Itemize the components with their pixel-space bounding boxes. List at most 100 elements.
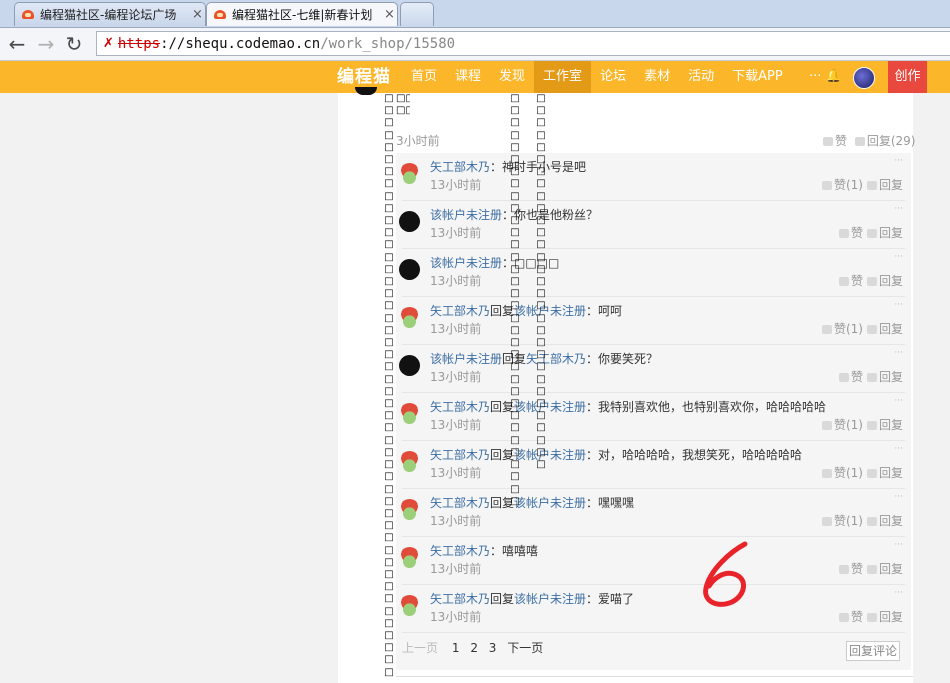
reply-more-icon[interactable]: ··· bbox=[894, 492, 903, 502]
reply-avatar[interactable] bbox=[399, 355, 420, 376]
reply-like-button[interactable]: 赞(1) bbox=[821, 418, 863, 432]
reply-reply-button[interactable]: 回复 bbox=[863, 418, 903, 432]
reply-user-link[interactable]: 该帐户未注册 bbox=[430, 256, 502, 270]
reply-avatar[interactable] bbox=[399, 259, 420, 280]
reply-more-icon[interactable]: ··· bbox=[894, 156, 903, 166]
tab-title: 编程猫社区-七维|新春计划 bbox=[232, 8, 373, 22]
reply-target-link[interactable]: 该帐户未注册 bbox=[514, 496, 586, 510]
reply-item: 矢工部木乃回复该帐户未注册：爱喵了 ··· 13小时前赞回复 bbox=[396, 585, 911, 633]
reply-target-link[interactable]: 该帐户未注册 bbox=[514, 592, 586, 606]
reply-like-button[interactable]: 赞 bbox=[838, 370, 863, 384]
reply-user-link[interactable]: 矢工部木乃 bbox=[430, 400, 490, 414]
reply-list: 矢工部木乃：神时手小号是吧 ··· 13小时前 赞(1) 回复 该帐户未注册：你也是他粉丝… bbox=[396, 153, 911, 670]
reply-avatar[interactable] bbox=[399, 211, 420, 232]
reply-reply-button[interactable]: 回复 bbox=[863, 274, 903, 288]
reply-line: 矢工部木乃回复该帐户未注册：嘿嘿嘿 bbox=[430, 494, 634, 511]
reply-avatar[interactable] bbox=[399, 451, 420, 472]
reply-comment-button[interactable]: 回复评论 bbox=[846, 641, 900, 661]
reload-icon[interactable]: ↻ bbox=[62, 32, 86, 56]
reply-time: 13小时前 bbox=[430, 322, 482, 336]
reply-reply-button[interactable]: 回复 bbox=[863, 610, 903, 624]
reply-target-link[interactable]: 该帐户未注册 bbox=[514, 448, 586, 462]
nav-events[interactable]: 活动 bbox=[679, 61, 723, 93]
reply-text: ：嘿嘿嘿 bbox=[586, 496, 635, 510]
reply-reply-button[interactable]: 回复 bbox=[863, 178, 903, 192]
reply-more-icon[interactable]: ··· bbox=[894, 444, 903, 454]
nav-discover[interactable]: 发现 bbox=[490, 61, 534, 93]
page-1-link[interactable]: 1 bbox=[452, 641, 460, 655]
reply-actions: 赞回复 bbox=[838, 368, 903, 385]
reply-user-link[interactable]: 该帐户未注册 bbox=[430, 352, 502, 366]
reply-item: 矢工部木乃回复该帐户未注册：嘿嘿嘿 ··· 13小时前 赞(1) 回复 bbox=[396, 489, 911, 537]
reply-user-link[interactable]: 矢工部木乃 bbox=[430, 160, 490, 174]
nav-studio[interactable]: 工作室 bbox=[534, 61, 592, 93]
reply-like-button[interactable]: 赞(1) bbox=[821, 178, 863, 192]
reply-more-icon[interactable]: ··· bbox=[894, 396, 903, 406]
reply-reply-button[interactable]: 回复 bbox=[863, 322, 903, 336]
reply-like-button[interactable]: 赞 bbox=[838, 274, 863, 288]
reply-reply-button[interactable]: 回复 bbox=[863, 562, 903, 576]
reply-avatar[interactable] bbox=[399, 307, 420, 328]
reply-avatar[interactable] bbox=[399, 163, 420, 184]
reply-target-link[interactable]: 该帐户未注册 bbox=[514, 304, 586, 318]
nav-home[interactable]: 首页 bbox=[402, 61, 446, 93]
reply-user-link[interactable]: 矢工部木乃 bbox=[430, 544, 490, 558]
reply-user-link[interactable]: 矢工部木乃 bbox=[430, 496, 490, 510]
page-3-link[interactable]: 3 bbox=[489, 641, 497, 655]
reply-more-icon[interactable]: ··· bbox=[894, 540, 903, 550]
reply-actions: 赞(1) 回复 bbox=[821, 512, 903, 529]
reply-avatar[interactable] bbox=[399, 547, 420, 568]
reply-line: 矢工部木乃回复该帐户未注册：我特别喜欢他，也特别喜欢你，哈哈哈哈哈 bbox=[430, 398, 826, 415]
reply-avatar[interactable] bbox=[399, 595, 420, 616]
reply-user-link[interactable]: 该帐户未注册 bbox=[430, 208, 502, 222]
reply-more-icon[interactable]: ··· bbox=[894, 204, 903, 214]
next-page-link[interactable]: 下一页 bbox=[507, 641, 543, 655]
browser-tab-1[interactable]: 编程猫社区-编程论坛广场 × bbox=[14, 2, 206, 26]
more-menu[interactable]: ··· 🔔 bbox=[809, 61, 842, 93]
reply-reply-button[interactable]: 回复 bbox=[863, 514, 903, 528]
reply-user-link[interactable]: 矢工部木乃 bbox=[430, 592, 490, 606]
nav-assets[interactable]: 素材 bbox=[635, 61, 679, 93]
reply-like-button[interactable]: 赞(1) bbox=[821, 322, 863, 336]
nav-download-app[interactable]: 下载APP bbox=[723, 61, 792, 93]
prev-page-link[interactable]: 上一页 bbox=[402, 641, 438, 655]
reply-more-icon[interactable]: ··· bbox=[894, 348, 903, 358]
nav-forum[interactable]: 论坛 bbox=[591, 61, 635, 93]
reply-like-button[interactable]: 赞(1) bbox=[821, 466, 863, 480]
thumbs-up-icon bbox=[838, 373, 849, 382]
address-bar[interactable]: ✗ https ://shequ.codemao.cn /work_shop/1… bbox=[96, 31, 950, 56]
reply-item: 该帐户未注册：你也是他粉丝？ ··· 13小时前赞回复 bbox=[396, 201, 911, 249]
reply-like-button[interactable]: 赞 bbox=[838, 562, 863, 576]
reply-reply-button[interactable]: 回复 bbox=[863, 226, 903, 240]
reply-more-icon[interactable]: ··· bbox=[894, 300, 903, 310]
reply-user-link[interactable]: 矢工部木乃 bbox=[430, 448, 490, 462]
reply-like-button[interactable]: 赞 bbox=[838, 226, 863, 240]
reply-count-button[interactable]: 回复(29) bbox=[851, 134, 915, 148]
reply-text: ：爱喵了 bbox=[586, 592, 635, 606]
reply-user-link[interactable]: 矢工部木乃 bbox=[430, 304, 490, 318]
nav-courses[interactable]: 课程 bbox=[446, 61, 490, 93]
insecure-lock-icon[interactable]: ✗ bbox=[103, 36, 114, 51]
browser-tab-2[interactable]: 编程猫社区-七维|新春计划 × bbox=[206, 2, 398, 26]
reply-item: 该帐户未注册：□□□□ ··· 13小时前赞回复 bbox=[396, 249, 911, 297]
back-arrow-icon[interactable]: ← bbox=[5, 32, 29, 56]
reply-like-button[interactable]: 赞 bbox=[838, 610, 863, 624]
bell-icon[interactable]: 🔔 bbox=[826, 69, 842, 84]
reply-avatar[interactable] bbox=[399, 499, 420, 520]
reply-more-icon[interactable]: ··· bbox=[894, 588, 903, 598]
page-2-link[interactable]: 2 bbox=[470, 641, 478, 655]
create-button[interactable]: 创作 bbox=[888, 61, 927, 93]
user-avatar[interactable] bbox=[853, 67, 875, 89]
reply-target-link[interactable]: 该帐户未注册 bbox=[514, 400, 586, 414]
close-tab-icon[interactable]: × bbox=[384, 7, 395, 22]
reply-more-icon[interactable]: ··· bbox=[894, 252, 903, 262]
forward-arrow-icon[interactable]: → bbox=[34, 32, 58, 56]
reply-like-button[interactable]: 赞(1) bbox=[821, 514, 863, 528]
reply-reply-button[interactable]: 回复 bbox=[863, 370, 903, 384]
close-tab-icon[interactable]: × bbox=[192, 7, 203, 22]
reply-avatar[interactable] bbox=[399, 403, 420, 424]
reply-line: 矢工部木乃回复该帐户未注册：爱喵了 bbox=[430, 590, 634, 607]
new-tab-button[interactable] bbox=[400, 2, 434, 26]
reply-reply-button[interactable]: 回复 bbox=[863, 466, 903, 480]
like-button[interactable]: 赞 bbox=[823, 134, 847, 148]
